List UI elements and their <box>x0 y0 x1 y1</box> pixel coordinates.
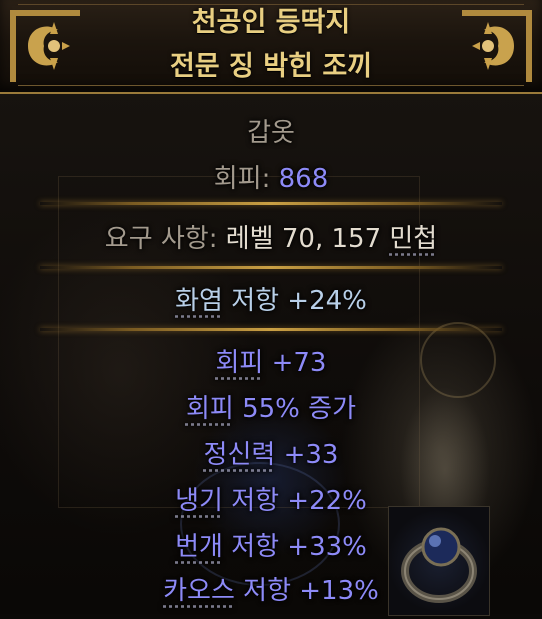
explicit-mod: 회피 +73 <box>0 342 542 379</box>
item-class: 갑옷 <box>247 118 295 148</box>
evasion-value: 868 <box>278 164 329 194</box>
explicit-mod-keyword[interactable]: 번개 <box>175 532 223 562</box>
requirements-line: 요구 사항: 레벨 70, 157 민첩 <box>0 218 542 255</box>
explicit-mod-text: +33 <box>275 440 339 470</box>
ring-item-art <box>401 527 477 603</box>
explicit-mod-keyword[interactable]: 냉기 <box>175 486 223 516</box>
requirements-attribute[interactable]: 민첩 <box>389 224 437 254</box>
ring-item-icon[interactable] <box>388 506 490 616</box>
explicit-mod-text: 저항 +13% <box>234 576 379 606</box>
separator <box>40 328 502 331</box>
requirements-label: 요구 사항: <box>104 224 226 254</box>
explicit-mod-text: +73 <box>263 348 327 378</box>
item-name: 천공인 등딱지 <box>191 7 351 38</box>
implicit-mod: 화염 저항 +24% <box>0 280 542 317</box>
requirements-level: 레벨 70, 157 <box>225 224 390 254</box>
explicit-mod-keyword[interactable]: 회피 <box>186 394 234 424</box>
separator <box>40 202 502 205</box>
explicit-mod-text: 저항 +33% <box>222 532 367 562</box>
tooltip-header: 천공인 등딱지 전문 징 박힌 조끼 <box>0 0 542 94</box>
item-base-type: 전문 징 박힌 조끼 <box>169 51 373 82</box>
implicit-mod-text: 저항 +24% <box>222 286 367 316</box>
explicit-mod: 정신력 +33 <box>0 434 542 471</box>
explicit-mod-keyword[interactable]: 회피 <box>216 348 264 378</box>
explicit-mod: 회피 55% 증가 <box>0 388 542 425</box>
explicit-mod-text: 55% 증가 <box>233 394 356 424</box>
evasion-label: 회피: <box>213 164 279 194</box>
implicit-mod-keyword[interactable]: 화염 <box>175 286 223 316</box>
explicit-mod-keyword[interactable]: 카오스 <box>163 576 235 606</box>
separator <box>40 266 502 269</box>
explicit-mod-text: 저항 +22% <box>222 486 367 516</box>
explicit-mod-keyword[interactable]: 정신력 <box>204 440 276 470</box>
evasion-stat: 회피: 868 <box>0 158 542 195</box>
